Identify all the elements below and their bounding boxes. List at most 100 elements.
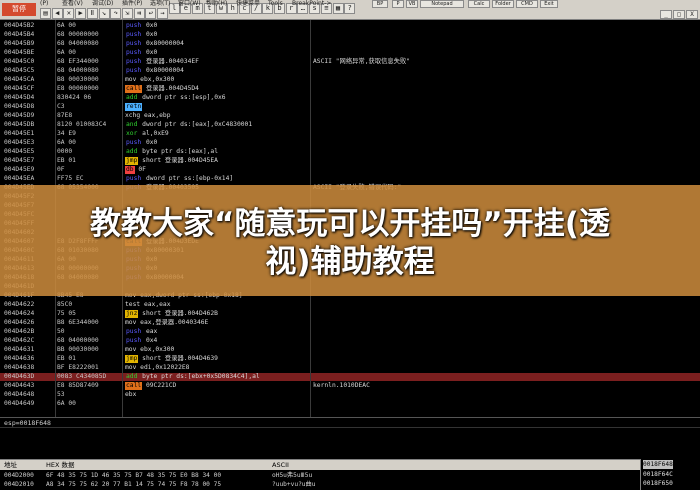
disasm-row[interactable]: 004D45D9 87E8 xchg eax,ebp <box>0 112 700 120</box>
disasm-row[interactable]: 004D45B2 6A 00 push 0x0 <box>0 22 700 30</box>
rewind-icon[interactable]: ◀ <box>51 8 63 19</box>
disasm-row[interactable]: 004D45E1 34 E9 xor al,0xE9 <box>0 130 700 138</box>
close-icon[interactable]: ✕ <box>63 8 75 19</box>
menu-item[interactable]: 帮助(H) <box>206 0 227 8</box>
disasm-address: 004D45EA <box>4 175 35 182</box>
disasm-row[interactable]: 004D45E7 EB 01 jmp short 登录器.004D45EA <box>0 157 700 165</box>
disasm-address: 004D45D4 <box>4 94 35 101</box>
disasm-instruction: add dword ptr ss:[esp],0x6 <box>126 94 226 101</box>
disasm-row[interactable]: 004D45CF E8 00000000 call 登录器.004D45D4 <box>0 85 700 93</box>
disasm-instruction: push 0x0 <box>126 49 158 56</box>
disasm-hex: 75 05 <box>57 310 76 317</box>
disasm-row[interactable]: 004D45E9 0F db 0F <box>0 166 700 174</box>
disasm-hex: 34 E9 <box>57 130 76 137</box>
disasm-row[interactable]: 004D462C 68 04000000 push 0x4 <box>0 337 700 345</box>
close-window-button[interactable]: X <box>686 10 698 19</box>
disasm-row[interactable]: 004D4643 E8 85D87409 call 09C221CD kernln.1… <box>0 382 700 390</box>
disasm-row[interactable]: 004D45B4 68 00000000 push 0x0 <box>0 31 700 39</box>
disasm-row[interactable]: 004D4638 BF E8222001 mov edi,0x12022E8 <box>0 364 700 372</box>
disasm-row[interactable]: 004D462B 50 push eax <box>0 328 700 336</box>
pause-icon[interactable]: Ⅱ <box>86 8 98 19</box>
folder-open-icon[interactable]: ▤ <box>40 8 51 19</box>
watermark-banner: 教教大家“随意玩可以开挂吗”开挂(透 视)辅助教程 <box>0 185 700 296</box>
disasm-address: 004D45D9 <box>4 112 35 119</box>
help-icon[interactable]: ? <box>344 3 356 14</box>
dump-hex: A8 34 75 75 62 20 77 B1 14 75 74 75 F8 7… <box>46 481 222 488</box>
tool-button-vb[interactable]: VB <box>406 0 418 8</box>
disasm-row[interactable]: 004D45EA FF75 EC push dword ptr ss:[ebp-0x… <box>0 175 700 183</box>
disasm-row[interactable]: 004D45B9 68 04000080 push 0x80000004 <box>0 40 700 48</box>
disasm-hex: 53 <box>57 391 65 398</box>
tool-button-bp[interactable]: BP <box>372 0 388 8</box>
menu-item[interactable]: 调试(D) <box>92 0 113 8</box>
disasm-address: 004D45B9 <box>4 40 35 47</box>
menu-item[interactable]: (P) <box>40 0 48 8</box>
trace-over-icon[interactable]: ⇉ <box>133 8 145 19</box>
stack-row[interactable]: 0018F650 <box>643 479 673 488</box>
disasm-hex: B8 00030000 <box>57 76 99 83</box>
menu-item[interactable]: 窗口(W) <box>178 0 201 8</box>
disasm-row[interactable]: 004D463D 0083 C434085D add byte ptr ds:[eb… <box>0 373 700 381</box>
goto-icon[interactable]: → <box>157 8 168 19</box>
disasm-row[interactable]: 004D45CA B8 00030000 mov ebx,0x300 <box>0 76 700 84</box>
disasm-address: 004D45C0 <box>4 58 35 65</box>
menu-item[interactable]: 查看(V) <box>62 0 83 8</box>
disasm-hex: 0000 <box>57 148 73 155</box>
disasm-row[interactable]: 004D45D8 C3 retn <box>0 103 700 111</box>
tool-button-cmd[interactable]: CMD <box>516 0 538 8</box>
minimize-button[interactable]: _ <box>660 10 672 19</box>
disasm-row[interactable]: 004D45C0 68 EF344000 push 登录器.004034EF ASCI… <box>0 58 700 66</box>
stack-pane[interactable]: 0018F648 0018F64C 0018F650 <box>640 459 700 490</box>
disasm-hex: 50 <box>57 328 65 335</box>
disasm-row[interactable]: 004D4636 EB 01 jmp short 登录器.004D4639 <box>0 355 700 363</box>
grid-icon[interactable]: ▦ <box>332 3 344 14</box>
disasm-instruction: push 0x80000004 <box>126 67 184 74</box>
disasm-instruction: test eax,eax <box>125 301 171 308</box>
menu-item[interactable]: BreakPoint-> <box>292 0 331 8</box>
disasm-instruction: xor al,0xE9 <box>126 130 169 137</box>
disasm-hex: C3 <box>57 103 65 110</box>
tool-button-exit[interactable]: Exit <box>540 0 558 8</box>
stack-row[interactable]: 0018F648 <box>643 460 673 469</box>
disasm-row[interactable]: 004D4624 75 05 jnz short 登录器.004D462B <box>0 310 700 318</box>
dump-hex: 6F 48 35 75 1D 46 35 75 B7 48 35 75 E0 B… <box>46 472 222 479</box>
disasm-row[interactable]: 004D4626 B8 6E344000 mov eax,登录器.0040346E <box>0 319 700 327</box>
disasm-row[interactable]: 004D45E5 0000 add byte ptr ds:[eax],al <box>0 148 700 156</box>
disasm-hex: 68 04000000 <box>57 337 99 344</box>
step-over-icon[interactable]: ↷ <box>110 8 122 19</box>
menu-item[interactable]: 插件(P) <box>122 0 142 8</box>
menu-item[interactable]: Tools <box>268 0 283 8</box>
menu-item[interactable]: 选项(T) <box>150 0 170 8</box>
disasm-row[interactable]: 004D45C5 68 04000080 push 0x80000004 <box>0 67 700 75</box>
disasm-address: 004D462C <box>4 337 35 344</box>
disasm-instruction: mov ebx,0x300 <box>125 346 175 353</box>
play-icon[interactable]: ▶ <box>75 8 87 19</box>
disasm-instruction: add byte ptr ds:[ebx+0x5D0834C4],al <box>126 373 260 380</box>
disasm-row[interactable]: 004D45DB 8120 010083C4 and dword ptr ds:[e… <box>0 121 700 129</box>
disasm-row[interactable]: 004D4622 85C0 test eax,eax <box>0 301 700 309</box>
disasm-address: 004D4638 <box>4 364 35 371</box>
disasm-address: 004D4649 <box>4 400 35 407</box>
maximize-button[interactable]: □ <box>673 10 685 19</box>
disasm-instruction: push 0x0 <box>126 139 158 146</box>
tool-button-p[interactable]: P <box>392 0 404 8</box>
disasm-row[interactable]: 004D4648 53 ebx <box>0 391 700 399</box>
disasm-row[interactable]: 004D4631 BB 00030000 mov ebx,0x300 <box>0 346 700 354</box>
stack-row[interactable]: 0018F64C <box>643 470 673 479</box>
disasm-row[interactable]: 004D45BE 6A 00 push 0x0 <box>0 49 700 57</box>
disasm-row[interactable]: 004D45D4 830424 06 add dword ptr ss:[esp],… <box>0 94 700 102</box>
disasm-address: 004D4631 <box>4 346 35 353</box>
disasm-row[interactable]: 004D4649 6A 00 <box>0 400 700 408</box>
tool-button-folder[interactable]: Folder <box>492 0 514 8</box>
tool-button-calc[interactable]: Calc <box>468 0 490 8</box>
menu-item[interactable]: 快捷菜单 <box>236 0 260 8</box>
step-into-icon[interactable]: ↘ <box>98 8 110 19</box>
dump-pane[interactable]: 004D2000 6F 48 35 75 1D 46 35 75 B7 48 35… <box>0 470 640 490</box>
execute-till-return-icon[interactable]: ↩ <box>145 8 157 19</box>
disasm-instruction: and dword ptr ds:[eax],0xC4830001 <box>126 121 253 128</box>
tool-button-notepad[interactable]: Notepad <box>420 0 464 8</box>
disasm-address: 004D463D <box>4 373 35 380</box>
trace-into-icon[interactable]: ⇲ <box>121 8 133 19</box>
disasm-instruction: call 09C221CD <box>125 382 177 390</box>
disasm-row[interactable]: 004D45E3 6A 00 push 0x0 <box>0 139 700 147</box>
